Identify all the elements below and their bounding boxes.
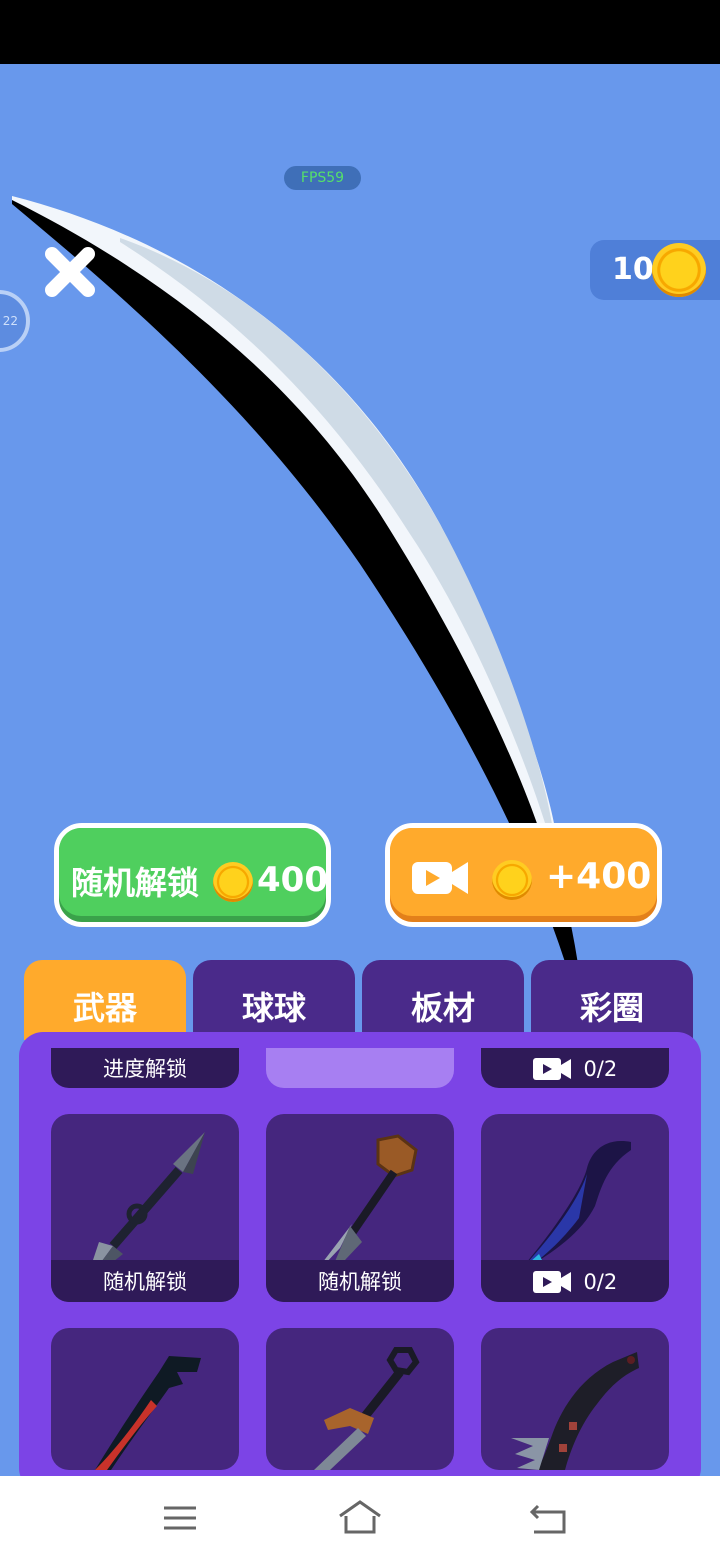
tab-boards[interactable]: 板材 <box>362 960 524 1040</box>
home-icon[interactable] <box>336 1498 384 1538</box>
karambit-icon <box>95 1356 201 1470</box>
coin-icon <box>652 243 706 297</box>
fps-counter: FPS59 <box>284 166 361 190</box>
coin-count: 10 <box>612 252 654 287</box>
random-unlock-button[interactable]: 随机解锁 400 <box>54 823 331 927</box>
item-card-bronze-sai[interactable] <box>266 1328 454 1470</box>
item-card-red-karambit[interactable] <box>51 1328 239 1470</box>
strip-label: 0/2 <box>583 1057 618 1081</box>
random-unlock-label: 随机解锁 <box>71 864 200 902</box>
item-card-ornate-dagger[interactable]: 随机解锁 <box>266 1114 454 1302</box>
sai-icon <box>314 1347 420 1470</box>
status-bar <box>0 0 720 64</box>
video-icon <box>532 1058 571 1080</box>
video-reward-amount: +400 <box>546 856 652 897</box>
item-card-purple-knife[interactable]: 0/2 <box>481 1114 669 1302</box>
serrated-blade-icon <box>511 1352 639 1470</box>
tab-weapons[interactable]: 武器 <box>24 960 186 1040</box>
ring-label: 22 <box>2 314 18 328</box>
progress-unlock-strip[interactable]: 进度解锁 <box>51 1048 239 1088</box>
menu-icon[interactable] <box>156 1498 204 1538</box>
video-icon <box>412 862 468 894</box>
back-icon[interactable] <box>526 1498 574 1538</box>
strip-label: 进度解锁 <box>103 1057 187 1081</box>
item-caption: 0/2 <box>481 1260 669 1302</box>
tab-rings[interactable]: 彩圈 <box>531 960 693 1040</box>
video-icon <box>532 1271 571 1293</box>
system-navigation-bar <box>0 1476 720 1560</box>
item-caption: 随机解锁 <box>266 1260 454 1302</box>
coin-icon <box>492 860 532 900</box>
item-caption: 随机解锁 <box>51 1260 239 1302</box>
close-icon[interactable] <box>38 240 102 304</box>
item-card-kunai[interactable]: 随机解锁 <box>51 1114 239 1302</box>
selected-item-strip[interactable] <box>266 1048 454 1088</box>
item-card-dark-serrated-blade[interactable] <box>481 1328 669 1470</box>
coin-balance: 10 <box>590 240 720 300</box>
video-unlock-strip[interactable]: 0/2 <box>481 1048 669 1088</box>
random-unlock-price: 400 <box>257 860 328 900</box>
watch-video-reward-button[interactable]: +400 <box>385 823 662 927</box>
coin-icon <box>213 862 253 902</box>
tab-balls[interactable]: 球球 <box>193 960 355 1040</box>
